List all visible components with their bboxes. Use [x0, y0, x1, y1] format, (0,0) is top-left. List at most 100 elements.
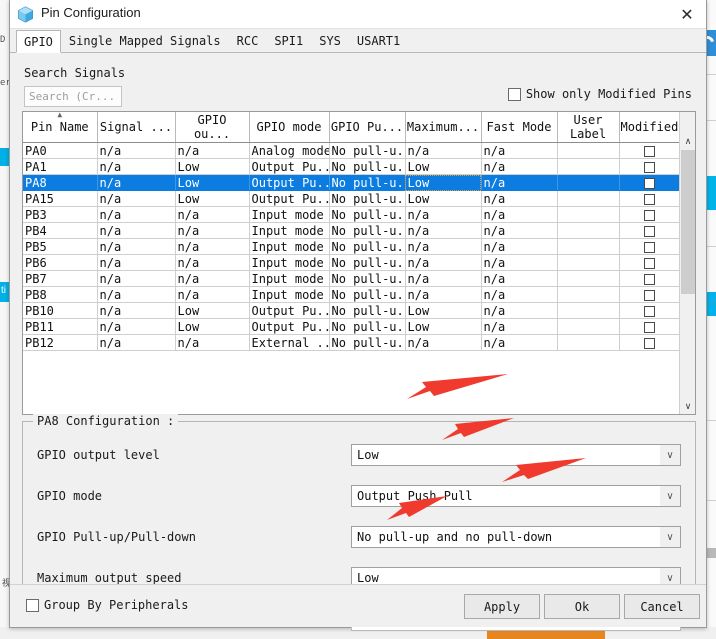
- table-row[interactable]: PB8n/an/aInput modeNo pull-u...n/an/a: [23, 286, 679, 303]
- table-cell-mode[interactable]: Output Pu...: [249, 174, 330, 191]
- table-cell-pin[interactable]: PB12: [23, 334, 98, 351]
- table-cell-pull[interactable]: No pull-u...: [329, 254, 406, 271]
- table-cell-max[interactable]: n/a: [405, 270, 482, 287]
- chevron-down-icon[interactable]: ∨: [660, 486, 680, 506]
- gpio-pull-dropdown[interactable]: No pull-up and no pull-down ∨: [351, 526, 681, 548]
- table-cell-user[interactable]: [557, 334, 620, 351]
- table-cell-mode[interactable]: Input mode: [249, 270, 330, 287]
- table-row[interactable]: PB6n/an/aInput modeNo pull-u...n/an/a: [23, 254, 679, 271]
- table-cell-out[interactable]: Low: [175, 174, 250, 191]
- table-row[interactable]: PA0n/an/aAnalog modeNo pull-u...n/an/a: [23, 142, 679, 159]
- show-only-modified-pins-checkbox[interactable]: Show only Modified Pins: [507, 87, 692, 101]
- close-icon[interactable]: ✕: [672, 3, 702, 26]
- table-cell-pull[interactable]: No pull-u...: [329, 190, 406, 207]
- table-cell-out[interactable]: n/a: [175, 206, 250, 223]
- table-cell-signal[interactable]: n/a: [97, 222, 176, 239]
- table-cell-out[interactable]: n/a: [175, 270, 250, 287]
- table-cell-signal[interactable]: n/a: [97, 238, 176, 255]
- table-row[interactable]: PB4n/an/aInput modeNo pull-u...n/an/a: [23, 222, 679, 239]
- table-cell-out[interactable]: Low: [175, 302, 250, 319]
- table-cell-max[interactable]: n/a: [405, 142, 482, 159]
- table-cell-mode[interactable]: Analog mode: [249, 142, 330, 159]
- table-cell-user[interactable]: [557, 254, 620, 271]
- table-cell-modified[interactable]: [619, 158, 679, 175]
- table-cell-fast[interactable]: n/a: [481, 222, 558, 239]
- table-cell-pull[interactable]: No pull-u...: [329, 158, 406, 175]
- checkbox-icon[interactable]: [643, 145, 655, 157]
- gpio-output-level-dropdown[interactable]: Low ∨: [351, 444, 681, 466]
- table-cell-fast[interactable]: n/a: [481, 318, 558, 335]
- table-cell-fast[interactable]: n/a: [481, 302, 558, 319]
- column-header-gpio-output[interactable]: GPIO ou...: [175, 112, 250, 143]
- table-cell-user[interactable]: [557, 206, 620, 223]
- table-cell-pin[interactable]: PB4: [23, 222, 98, 239]
- table-cell-mode[interactable]: Input mode: [249, 222, 330, 239]
- table-cell-mode[interactable]: External ...: [249, 334, 330, 351]
- table-cell-modified[interactable]: [619, 318, 679, 335]
- apply-button[interactable]: Apply: [464, 594, 540, 619]
- table-row[interactable]: PA15n/aLowOutput Pu...No pull-u...Lown/a: [23, 190, 679, 207]
- table-cell-max[interactable]: n/a: [405, 254, 482, 271]
- column-header-user-label[interactable]: User Label: [557, 112, 620, 143]
- column-header-gpio-pull[interactable]: GPIO Pu...: [329, 112, 406, 143]
- table-cell-max[interactable]: Low: [405, 158, 482, 175]
- table-cell-modified[interactable]: [619, 302, 679, 319]
- table-cell-modified[interactable]: [619, 206, 679, 223]
- table-cell-pin[interactable]: PA1: [23, 158, 98, 175]
- table-cell-signal[interactable]: n/a: [97, 190, 176, 207]
- checkbox-icon[interactable]: [26, 598, 39, 612]
- table-cell-max[interactable]: Low: [405, 318, 482, 335]
- table-cell-pull[interactable]: No pull-u...: [329, 142, 406, 159]
- checkbox-icon[interactable]: [643, 177, 655, 189]
- table-cell-pin[interactable]: PB6: [23, 254, 98, 271]
- table-cell-fast[interactable]: n/a: [481, 158, 558, 175]
- pin-table-scrollbar[interactable]: ∧ ∨: [679, 112, 695, 414]
- table-row[interactable]: PB7n/an/aInput modeNo pull-u...n/an/a: [23, 270, 679, 287]
- table-cell-pull[interactable]: No pull-u...: [329, 174, 406, 191]
- checkbox-icon[interactable]: [643, 209, 655, 221]
- table-cell-pull[interactable]: No pull-u...: [329, 302, 406, 319]
- tab-usart1[interactable]: USART1: [348, 29, 409, 52]
- table-cell-out[interactable]: Low: [175, 318, 250, 335]
- table-cell-signal[interactable]: n/a: [97, 174, 176, 191]
- table-cell-user[interactable]: [557, 190, 620, 207]
- table-cell-out[interactable]: n/a: [175, 334, 250, 351]
- table-cell-mode[interactable]: Output Pu...: [249, 302, 330, 319]
- table-cell-mode[interactable]: Input mode: [249, 238, 330, 255]
- table-cell-modified[interactable]: [619, 222, 679, 239]
- table-cell-fast[interactable]: n/a: [481, 238, 558, 255]
- table-cell-max[interactable]: n/a: [405, 206, 482, 223]
- table-cell-signal[interactable]: n/a: [97, 334, 176, 351]
- table-row[interactable]: PB12n/an/aExternal ...No pull-u...n/an/a: [23, 334, 679, 351]
- tab-gpio[interactable]: GPIO: [16, 30, 61, 53]
- table-cell-user[interactable]: [557, 174, 620, 191]
- table-cell-user[interactable]: [557, 238, 620, 255]
- table-cell-out[interactable]: Low: [175, 190, 250, 207]
- table-row[interactable]: PB10n/aLowOutput Pu...No pull-u...Lown/a: [23, 302, 679, 319]
- tab-single-mapped-signals[interactable]: Single Mapped Signals: [60, 29, 229, 52]
- table-cell-signal[interactable]: n/a: [97, 318, 176, 335]
- table-cell-max[interactable]: Low: [405, 302, 482, 319]
- table-cell-pull[interactable]: No pull-u...: [329, 222, 406, 239]
- table-cell-out[interactable]: n/a: [175, 142, 250, 159]
- table-cell-signal[interactable]: n/a: [97, 158, 176, 175]
- table-cell-signal[interactable]: n/a: [97, 254, 176, 271]
- table-cell-user[interactable]: [557, 302, 620, 319]
- column-header-pin-name[interactable]: ▲ Pin Name: [23, 112, 98, 143]
- table-cell-pin[interactable]: PB10: [23, 302, 98, 319]
- cancel-button[interactable]: Cancel: [624, 594, 700, 619]
- table-cell-pull[interactable]: No pull-u...: [329, 270, 406, 287]
- table-cell-max[interactable]: n/a: [405, 238, 482, 255]
- table-cell-pin[interactable]: PA0: [23, 142, 98, 159]
- checkbox-icon[interactable]: [643, 321, 655, 333]
- scroll-up-icon[interactable]: ∧: [680, 133, 696, 149]
- table-cell-max[interactable]: n/a: [405, 334, 482, 351]
- checkbox-icon[interactable]: [643, 225, 655, 237]
- table-cell-modified[interactable]: [619, 174, 679, 191]
- checkbox-icon[interactable]: [643, 257, 655, 269]
- table-cell-mode[interactable]: Output Pu...: [249, 158, 330, 175]
- scroll-down-icon[interactable]: ∨: [680, 398, 696, 414]
- table-cell-fast[interactable]: n/a: [481, 190, 558, 207]
- table-row[interactable]: PA1n/aLowOutput Pu...No pull-u...Lown/a: [23, 158, 679, 175]
- table-cell-fast[interactable]: n/a: [481, 254, 558, 271]
